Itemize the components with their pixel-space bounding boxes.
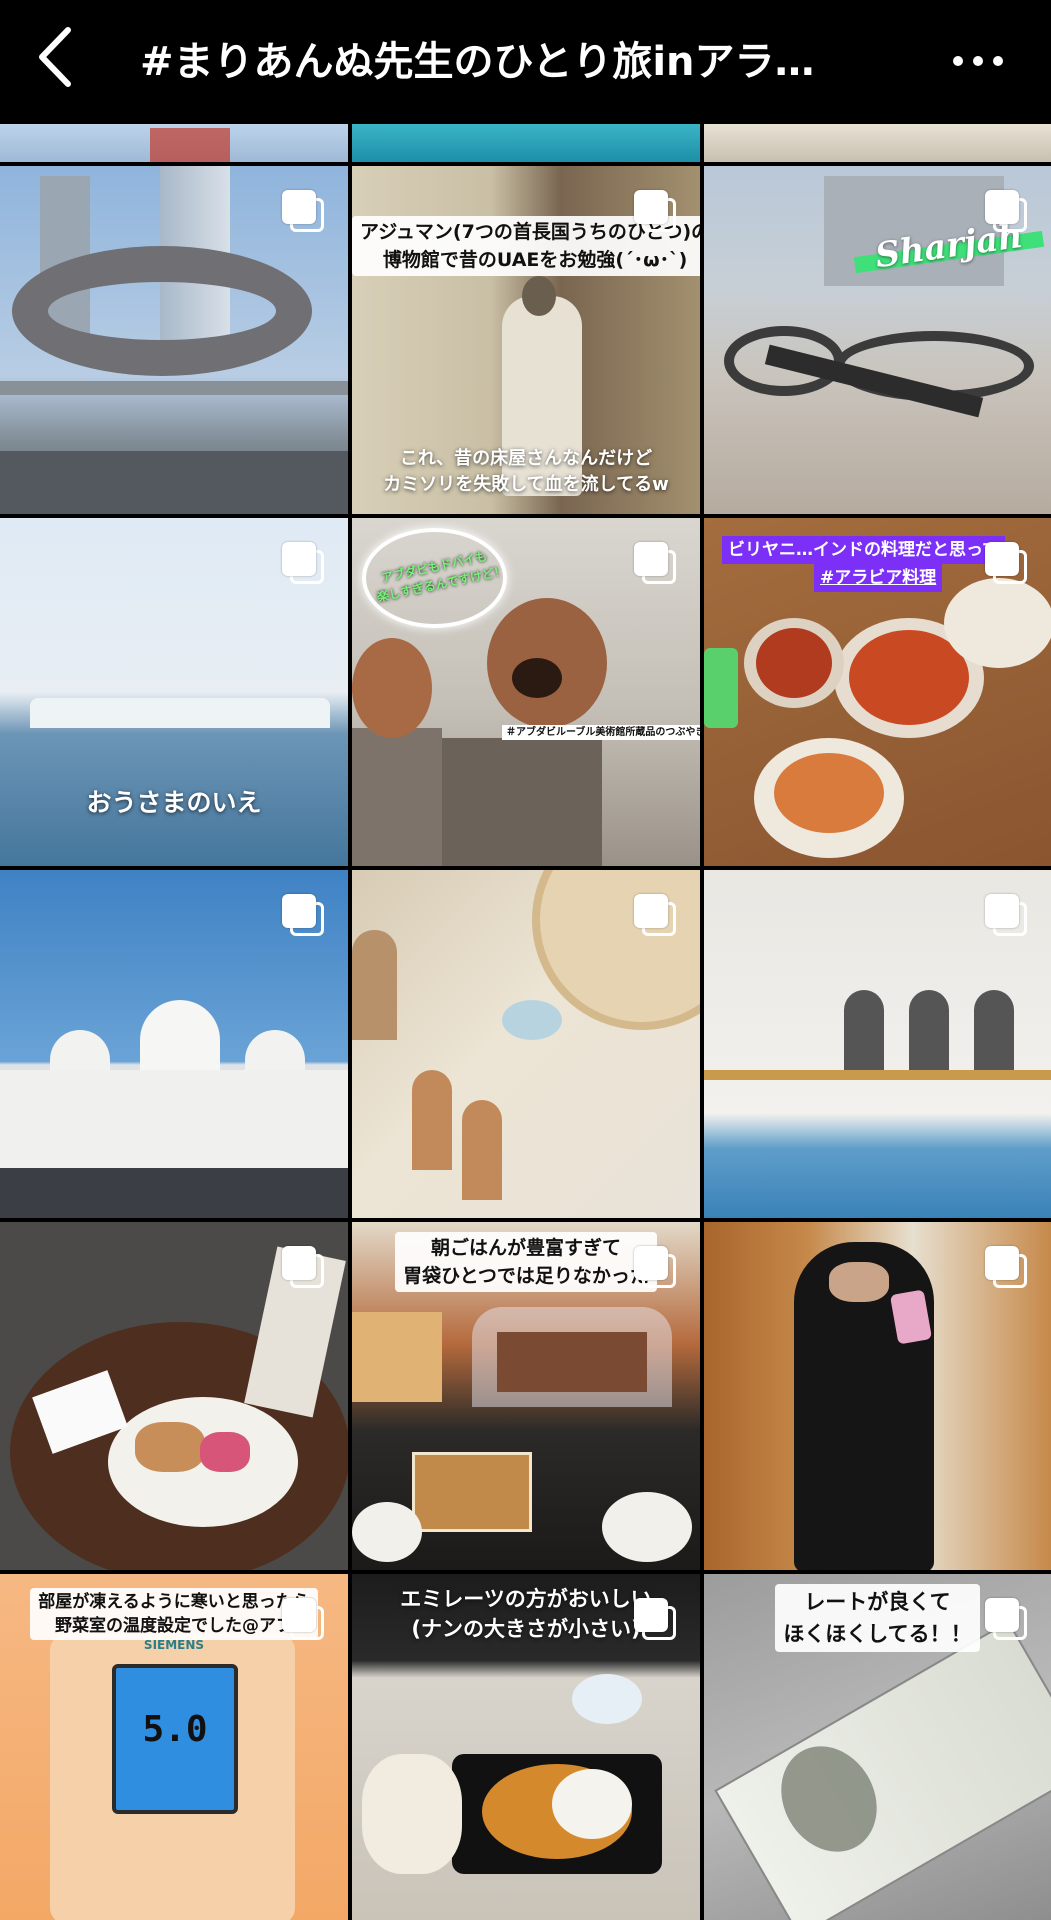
post-thumbnail[interactable]: SIEMENS 5.0 部屋が凍えるように寒いと思ったら 野菜室の温度設定でした@…	[0, 1574, 348, 1920]
post-thumbnail[interactable]: ビリヤニ…インドの料理だと思って #アラビア料理	[704, 518, 1051, 866]
post-thumbnail[interactable]: エミレーツの方がおいしい (ナンの大きさが小さい)	[352, 1574, 700, 1920]
multiple-images-icon	[985, 1246, 1027, 1288]
post-caption-bottom: これ、昔の床屋さんなんだけど カミソリを失敗して血を流してるw	[383, 448, 669, 495]
multiple-images-icon	[634, 190, 676, 232]
multiple-images-icon	[634, 542, 676, 584]
multiple-images-icon	[985, 1598, 1027, 1640]
post-caption-top: 部屋が凍えるように寒いと思ったら 野菜室の温度設定でした@アブ	[30, 1588, 318, 1640]
multiple-images-icon	[634, 894, 676, 936]
post-thumbnail[interactable]	[0, 1222, 348, 1570]
post-grid: アジュマン(7つの首長国うちのひとつ)の 博物館で昔のUAEをお勉強(´･ω･`)…	[0, 124, 1051, 1920]
post-thumbnail[interactable]	[0, 166, 348, 514]
post-thumbnail[interactable]: アブダビもドバイも 楽しすぎるんですけど！ ＃アブダビルーブル美術館所蔵品のつぶや…	[352, 518, 700, 866]
hashtag-title: #まりあんぬ先生のひとり旅inアラ…	[140, 39, 815, 85]
post-thumbnail[interactable]: おうさまのいえ	[0, 518, 348, 866]
back-button[interactable]	[28, 22, 88, 92]
multiple-images-icon	[282, 190, 324, 232]
post-thumbnail[interactable]	[704, 1222, 1051, 1570]
more-options-button[interactable]	[946, 36, 1010, 86]
multiple-images-icon	[282, 1246, 324, 1288]
multiple-images-icon	[634, 1598, 676, 1640]
thermostat-display: 5.0	[142, 1709, 208, 1750]
post-thumbnail[interactable]	[352, 870, 700, 1218]
post-thumbnail[interactable]: 朝ごはんが豊富すぎて 胃袋ひとつでは足りなかった	[352, 1222, 700, 1570]
multiple-images-icon	[282, 542, 324, 584]
multiple-images-icon	[634, 1246, 676, 1288]
more-horizontal-icon	[953, 56, 1003, 66]
chevron-left-icon	[39, 27, 71, 87]
multiple-images-icon	[985, 894, 1027, 936]
post-thumbnail[interactable]	[704, 870, 1051, 1218]
multiple-images-icon	[282, 1598, 324, 1640]
multiple-images-icon	[282, 894, 324, 936]
post-thumbnail[interactable]	[0, 870, 348, 1218]
post-caption-top: ビリヤニ…インドの料理だと思って #アラビア料理	[722, 536, 1006, 592]
post-caption-top: レートが良くて ほくほくしてる！！	[775, 1584, 980, 1652]
post-thumbnail-partial[interactable]	[352, 124, 700, 162]
post-thumbnail-partial[interactable]	[0, 124, 348, 162]
multiple-images-icon	[985, 542, 1027, 584]
post-caption-bottom: ＃アブダビルーブル美術館所蔵品のつぶやき	[502, 725, 700, 740]
post-thumbnail[interactable]: レートが良くて ほくほくしてる！！	[704, 1574, 1051, 1920]
post-thumbnail-partial[interactable]	[704, 124, 1051, 162]
post-thumbnail[interactable]: アジュマン(7つの首長国うちのひとつ)の 博物館で昔のUAEをお勉強(´･ω･`)…	[352, 166, 700, 514]
post-thumbnail[interactable]: Sharjah	[704, 166, 1051, 514]
post-caption-top: 朝ごはんが豊富すぎて 胃袋ひとつでは足りなかった	[395, 1232, 657, 1292]
post-caption-bottom: おうさまのいえ	[86, 788, 262, 817]
top-bar: #まりあんぬ先生のひとり旅inアラ…	[0, 0, 1051, 124]
multiple-images-icon	[985, 190, 1027, 232]
siemens-brand: SIEMENS	[143, 1638, 205, 1652]
